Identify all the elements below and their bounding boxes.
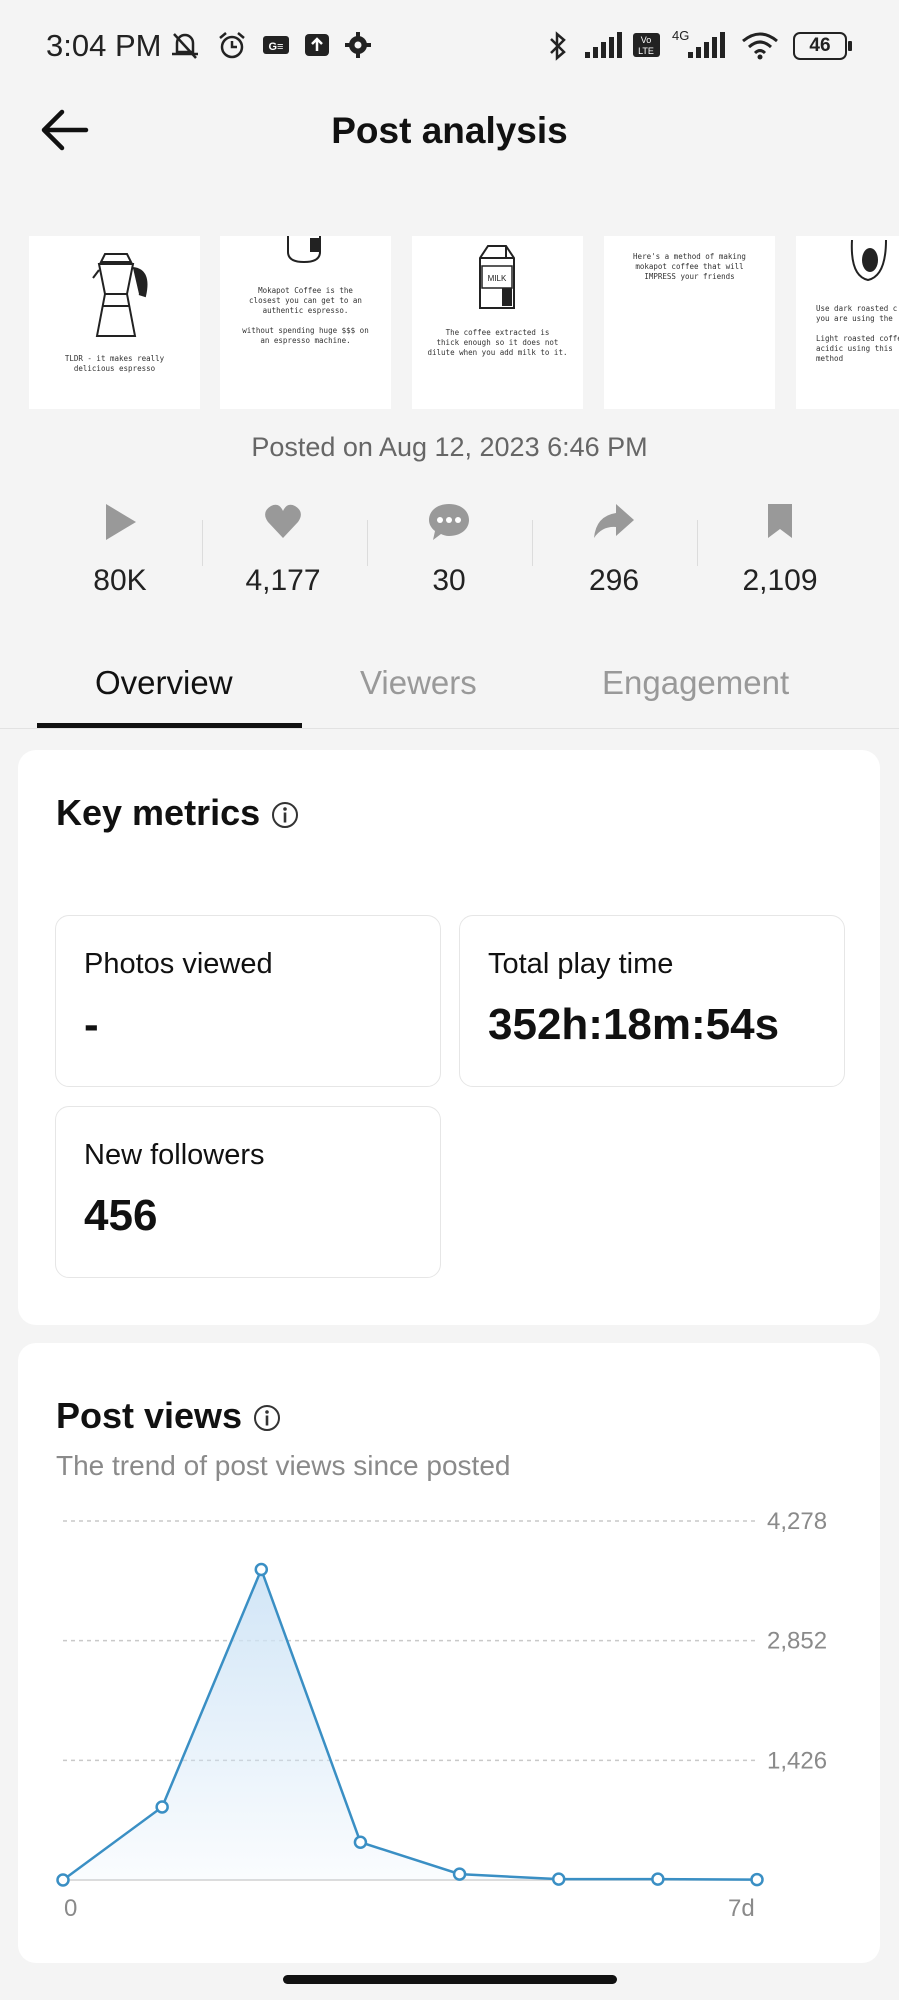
data-point — [750, 1872, 764, 1887]
key-metrics-title: Key metrics — [56, 792, 300, 834]
info-icon[interactable] — [252, 1403, 282, 1433]
alarm-icon — [219, 32, 245, 59]
stat-shares: 296 — [534, 500, 694, 598]
battery-indicator: 46 — [793, 32, 852, 60]
metric-value: 456 — [84, 1191, 158, 1240]
stat-divider — [697, 520, 698, 566]
stat-saves-value: 2,109 — [742, 564, 818, 597]
key-metrics-card: Key metrics Photos viewed - Total play t… — [18, 750, 880, 1325]
tab-engagement[interactable]: Engagement — [602, 664, 789, 702]
page-title: Post analysis — [331, 110, 568, 151]
tab-viewers[interactable]: Viewers — [360, 664, 477, 702]
data-point — [254, 1562, 269, 1577]
mokapot-icon — [92, 253, 148, 337]
metric-total-play-time: Total play time 352h:18m:54s — [459, 915, 845, 1087]
stat-likes-value: 4,177 — [245, 564, 321, 597]
metric-label: New followers — [84, 1139, 265, 1171]
wifi-icon — [742, 32, 778, 60]
y-tick-label: 2,852 — [767, 1628, 827, 1655]
metric-label: Photos viewed — [84, 948, 273, 980]
stat-divider — [367, 520, 368, 566]
data-point — [651, 1872, 665, 1886]
posted-date: Posted on Aug 12, 2023 6:46 PM — [251, 432, 648, 462]
metric-value: 352h:18m:54s — [488, 1000, 780, 1049]
milk-carton-icon: MILK — [479, 245, 515, 309]
y-tick-label: 1,426 — [767, 1747, 827, 1774]
coffee-bean-bag-icon — [850, 239, 887, 282]
svg-text:LTE: LTE — [638, 46, 654, 56]
svg-text:G≡: G≡ — [269, 41, 284, 53]
coffee-cup-icon — [287, 236, 321, 264]
volte-icon: VoLTE — [633, 33, 660, 57]
x-tick-label: 0 — [64, 1895, 77, 1920]
mute-notifications-icon — [172, 33, 198, 59]
milk-label: MILK — [488, 274, 507, 283]
thumbnail-caption: Mokapot Coffee is the closest you can ge… — [242, 286, 369, 345]
post-thumbnail-1[interactable]: TLDR - it makes really delicious espress… — [29, 236, 200, 409]
bookmark-icon — [768, 504, 792, 538]
stat-views-value: 80K — [93, 564, 147, 597]
home-indicator[interactable] — [283, 1975, 617, 1984]
signal-icon-2 — [688, 32, 725, 58]
key-metrics-title-text: Key metrics — [56, 792, 261, 833]
data-point — [155, 1800, 169, 1814]
stat-views: 80K — [40, 500, 200, 598]
post-thumbnail-5[interactable]: Use dark roasted c you are using the Lig… — [796, 236, 899, 409]
metric-photos-viewed: Photos viewed - — [55, 915, 441, 1087]
tabs-divider — [0, 728, 899, 729]
y-tick-label: 4,278 — [767, 1508, 827, 1535]
data-point — [56, 1873, 70, 1887]
thumbnail-caption: TLDR - it makes really delicious espress… — [64, 354, 165, 373]
post-views-chart: 4,278 2,852 1,426 0 7d — [56, 1508, 827, 1920]
x-tick-label: 7d — [728, 1895, 755, 1920]
settings-gear-icon — [345, 32, 371, 58]
stat-shares-value: 296 — [588, 564, 640, 597]
stat-saves: 2,109 — [700, 500, 860, 598]
tab-overview[interactable]: Overview — [95, 664, 233, 702]
stat-divider — [532, 520, 533, 566]
comment-icon — [429, 504, 469, 540]
post-thumbnail-2[interactable]: Mokapot Coffee is the closest you can ge… — [220, 236, 391, 409]
svg-text:Vo: Vo — [641, 35, 652, 45]
stat-likes: 4,177 — [203, 500, 363, 598]
signal-icon-1 — [585, 32, 622, 58]
play-icon — [106, 504, 136, 540]
post-views-subtitle: The trend of post views since posted — [56, 1450, 511, 1481]
thumbnail-caption: Use dark roasted c you are using the Lig… — [816, 304, 899, 363]
gmail-icon: G≡ — [263, 36, 289, 54]
share-icon — [594, 504, 634, 538]
post-views-title: Post views — [56, 1395, 282, 1437]
data-point — [353, 1835, 368, 1849]
metric-value: - — [84, 1000, 99, 1049]
data-point — [551, 1872, 566, 1886]
metric-label: Total play time — [488, 948, 674, 980]
post-thumbnail-4[interactable]: Here's a method of making mokapot coffee… — [604, 236, 775, 409]
post-thumbnail-3[interactable]: MILK The coffee extracted is thick enoug… — [412, 236, 583, 409]
post-views-title-text: Post views — [56, 1395, 243, 1436]
upload-icon — [305, 34, 329, 56]
stat-comments: 30 — [369, 500, 529, 598]
info-icon[interactable] — [270, 800, 300, 830]
thumbnail-caption: The coffee extracted is thick enough so … — [427, 328, 568, 357]
metric-new-followers: New followers 456 — [55, 1106, 441, 1278]
status-time: 3:04 PM — [46, 28, 162, 63]
thumbnail-caption: Here's a method of making mokapot coffee… — [633, 252, 746, 281]
bluetooth-icon — [550, 31, 566, 61]
views-area — [63, 1569, 757, 1880]
stat-comments-value: 30 — [432, 564, 466, 597]
heart-icon — [265, 504, 301, 538]
data-point — [452, 1867, 467, 1881]
